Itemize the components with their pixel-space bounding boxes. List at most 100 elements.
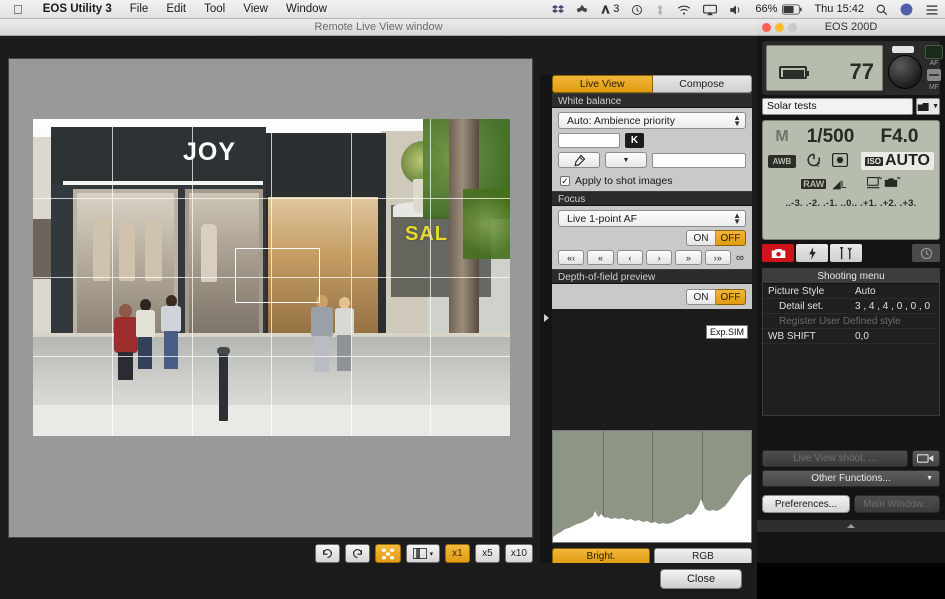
close-button[interactable]: Close — [660, 569, 742, 589]
focus-far-medium-button[interactable]: » — [675, 250, 702, 265]
volume-icon[interactable] — [723, 4, 749, 16]
cloud-sync-icon[interactable] — [570, 4, 594, 16]
grid-icon[interactable] — [374, 544, 401, 563]
wifi-icon[interactable] — [671, 4, 697, 16]
jpeg-quality-tag[interactable]: ◢L — [832, 178, 847, 191]
focus-near-small-button[interactable]: ‹ — [616, 250, 643, 265]
adobe-badge: 3 — [613, 3, 620, 15]
menu-row-detail-set[interactable]: Detail set. 3 , 4 , 4 , 0 , 0 , 0 — [763, 299, 939, 314]
kelvin-unit-button[interactable]: K — [625, 133, 644, 148]
focus-mode-select[interactable]: Live 1-point AF ▲ ▼ — [558, 210, 746, 227]
aperture-value[interactable]: F4.0 — [865, 126, 934, 148]
eyedropper-icon[interactable] — [558, 152, 600, 168]
focus-on-button[interactable]: ON — [686, 230, 716, 246]
focus-far-small-button[interactable]: › — [645, 250, 673, 265]
tab-compose[interactable]: Compose — [652, 75, 752, 93]
tree-foliage-lower — [463, 189, 510, 259]
main-window-button: Main Window... — [854, 495, 940, 513]
self-timer-2s-icon[interactable]: 2 — [806, 152, 822, 171]
metering-mode-icon[interactable] — [831, 152, 849, 170]
tab-live-view[interactable]: Live View — [552, 75, 653, 93]
shutter-speed[interactable]: 1/500 — [796, 126, 865, 148]
menu-file[interactable]: File — [121, 0, 158, 19]
folder-icon[interactable]: ▼ — [916, 98, 940, 115]
live-view-title-bar[interactable]: Remote Live View window — [0, 19, 757, 36]
chevron-down-icon: ▾ — [429, 550, 434, 558]
aspect-ratio-icon[interactable]: ▾ — [405, 544, 440, 563]
white-balance-picker-row: ▼ — [558, 152, 746, 168]
clock-icon[interactable] — [625, 4, 649, 16]
adobe-icon[interactable]: 3 — [594, 0, 625, 19]
histogram — [552, 430, 752, 543]
airplay-icon[interactable] — [697, 4, 723, 16]
white-balance-header: White balance — [552, 93, 752, 108]
other-functions-button[interactable]: Other Functions... ▼ — [762, 470, 940, 487]
af-focus-frame[interactable] — [235, 248, 320, 303]
wb-preset-dropdown[interactable]: ▼ — [605, 152, 647, 168]
bluetooth-icon[interactable] — [649, 3, 671, 16]
app-name-menu[interactable]: EOS Utility 3 — [34, 0, 121, 19]
lcd-row-exposure: M 1/500 F4.0 — [768, 125, 934, 149]
shutter-dial[interactable] — [888, 55, 922, 89]
menu-bar-status-area: 3 66% Thu 15:42 — [546, 0, 945, 19]
panel-divider[interactable] — [540, 75, 552, 573]
preferences-button[interactable]: Preferences... — [762, 495, 850, 513]
bollard — [219, 351, 228, 421]
panel-collapse-arrow-icon[interactable] — [544, 314, 549, 322]
battery-status[interactable]: 66% — [749, 0, 808, 19]
menu-clock[interactable]: Thu 15:42 — [808, 0, 870, 19]
dof-preview-header: Depth-of-field preview — [552, 269, 752, 284]
menu-key: Picture Style — [768, 285, 825, 297]
fascia-light-strip — [63, 181, 263, 185]
search-icon[interactable] — [870, 4, 894, 16]
remote-live-view-window: Remote Live View window JOY SALE ▾ x1 x5… — [0, 19, 757, 599]
zoom-x5-button[interactable]: x5 — [474, 544, 500, 563]
focus-off-button[interactable]: OFF — [716, 230, 746, 246]
chevron-down-icon: ▼ — [926, 475, 933, 482]
live-view-preview-area[interactable]: JOY SALE — [8, 58, 533, 538]
white-balance-select[interactable]: Auto: Ambience priority ▲ ▼ — [558, 112, 746, 129]
dof-onoff-toggle: ON OFF — [558, 289, 746, 305]
menu-window[interactable]: Window — [277, 0, 336, 19]
dropbox-icon[interactable] — [546, 4, 570, 16]
movie-camera-icon[interactable] — [912, 450, 940, 467]
dof-on-button[interactable]: ON — [686, 289, 716, 305]
iso-setting[interactable]: ISO AUTO — [861, 152, 934, 170]
apply-to-shot-images-checkbox[interactable]: ✓ — [560, 176, 570, 186]
remote-timer-icon[interactable] — [912, 244, 940, 262]
tab-setup-wrench-icon[interactable] — [830, 244, 862, 262]
tab-flash-icon[interactable] — [796, 244, 828, 262]
focus-near-medium-button[interactable]: « — [587, 250, 614, 265]
menu-edit[interactable]: Edit — [157, 0, 195, 19]
live-view-shoot-button[interactable]: Live View shoot. ... — [762, 450, 908, 467]
camera-title-bar[interactable]: EOS 200D — [757, 19, 945, 36]
folder-name-input[interactable]: Solar tests — [762, 98, 913, 115]
mannequin-1 — [93, 219, 110, 281]
camera-panel-resize-handle[interactable] — [757, 520, 945, 532]
zoom-x10-button[interactable]: x10 — [504, 544, 533, 563]
live-view-photo[interactable]: JOY SALE — [33, 119, 510, 436]
af-mf-switch[interactable]: AF MF — [925, 60, 943, 92]
tab-shooting-camera-icon[interactable] — [762, 244, 794, 262]
menu-view[interactable]: View — [234, 0, 277, 19]
focus-far-large-button[interactable]: ›» — [704, 250, 731, 265]
menu-row-picture-style[interactable]: Picture Style Auto — [763, 284, 939, 299]
dof-off-button[interactable]: OFF — [716, 289, 746, 305]
focus-near-large-button[interactable]: «‹ — [558, 250, 585, 265]
wb-coordinates-field[interactable] — [652, 152, 746, 168]
apple-menu-icon[interactable]:  — [0, 0, 34, 19]
apply-to-shot-images-row[interactable]: ✓ Apply to shot images — [552, 172, 752, 191]
menu-value: 0,0 — [855, 330, 869, 342]
menu-row-wb-shift[interactable]: WB SHIFT 0,0 — [763, 329, 939, 344]
menu-tool[interactable]: Tool — [195, 0, 234, 19]
raw-quality-tag[interactable]: RAW — [801, 179, 827, 189]
siri-icon[interactable] — [894, 3, 919, 16]
kelvin-input[interactable] — [558, 133, 620, 148]
zoom-x1-button[interactable]: x1 — [444, 544, 470, 563]
focus-onoff-toggle: ON OFF — [558, 230, 746, 246]
pc-camera-icon[interactable] — [866, 175, 901, 193]
notifications-icon[interactable] — [919, 4, 945, 16]
white-balance-indicator[interactable]: AWB — [768, 154, 796, 168]
rotate-right-icon[interactable] — [344, 544, 370, 563]
rotate-left-icon[interactable] — [314, 544, 340, 563]
